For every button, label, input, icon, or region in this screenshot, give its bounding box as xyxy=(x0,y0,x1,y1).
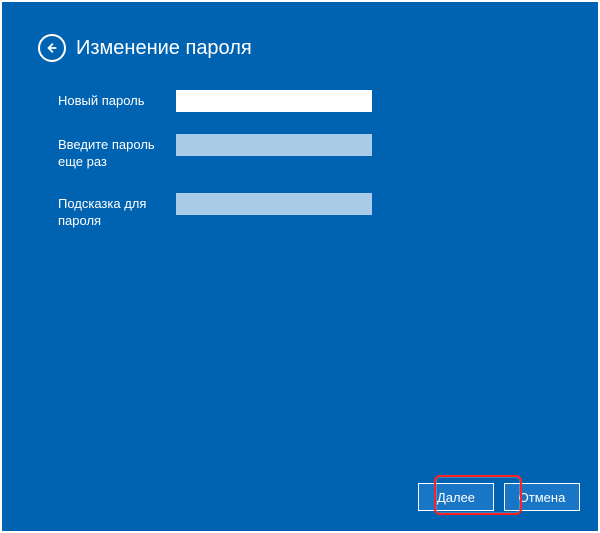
hint-input[interactable] xyxy=(176,193,372,215)
header: Изменение пароля xyxy=(2,2,598,62)
confirm-password-label: Введите пароль еще раз xyxy=(58,134,176,171)
footer-buttons: Далее Отмена xyxy=(418,483,580,511)
new-password-label: Новый пароль xyxy=(58,90,176,110)
password-form: Новый пароль Введите пароль еще раз Подс… xyxy=(2,62,598,230)
confirm-password-row: Введите пароль еще раз xyxy=(58,134,598,171)
new-password-input[interactable] xyxy=(176,90,372,112)
confirm-password-input[interactable] xyxy=(176,134,372,156)
hint-label: Подсказка для пароля xyxy=(58,193,176,230)
hint-row: Подсказка для пароля xyxy=(58,193,598,230)
new-password-row: Новый пароль xyxy=(58,90,598,112)
back-button[interactable] xyxy=(38,34,66,62)
change-password-screen: Изменение пароля Новый пароль Введите па… xyxy=(2,2,598,531)
arrow-left-icon xyxy=(45,41,59,55)
next-button[interactable]: Далее xyxy=(418,483,494,511)
cancel-button[interactable]: Отмена xyxy=(504,483,580,511)
page-title: Изменение пароля xyxy=(76,37,252,60)
